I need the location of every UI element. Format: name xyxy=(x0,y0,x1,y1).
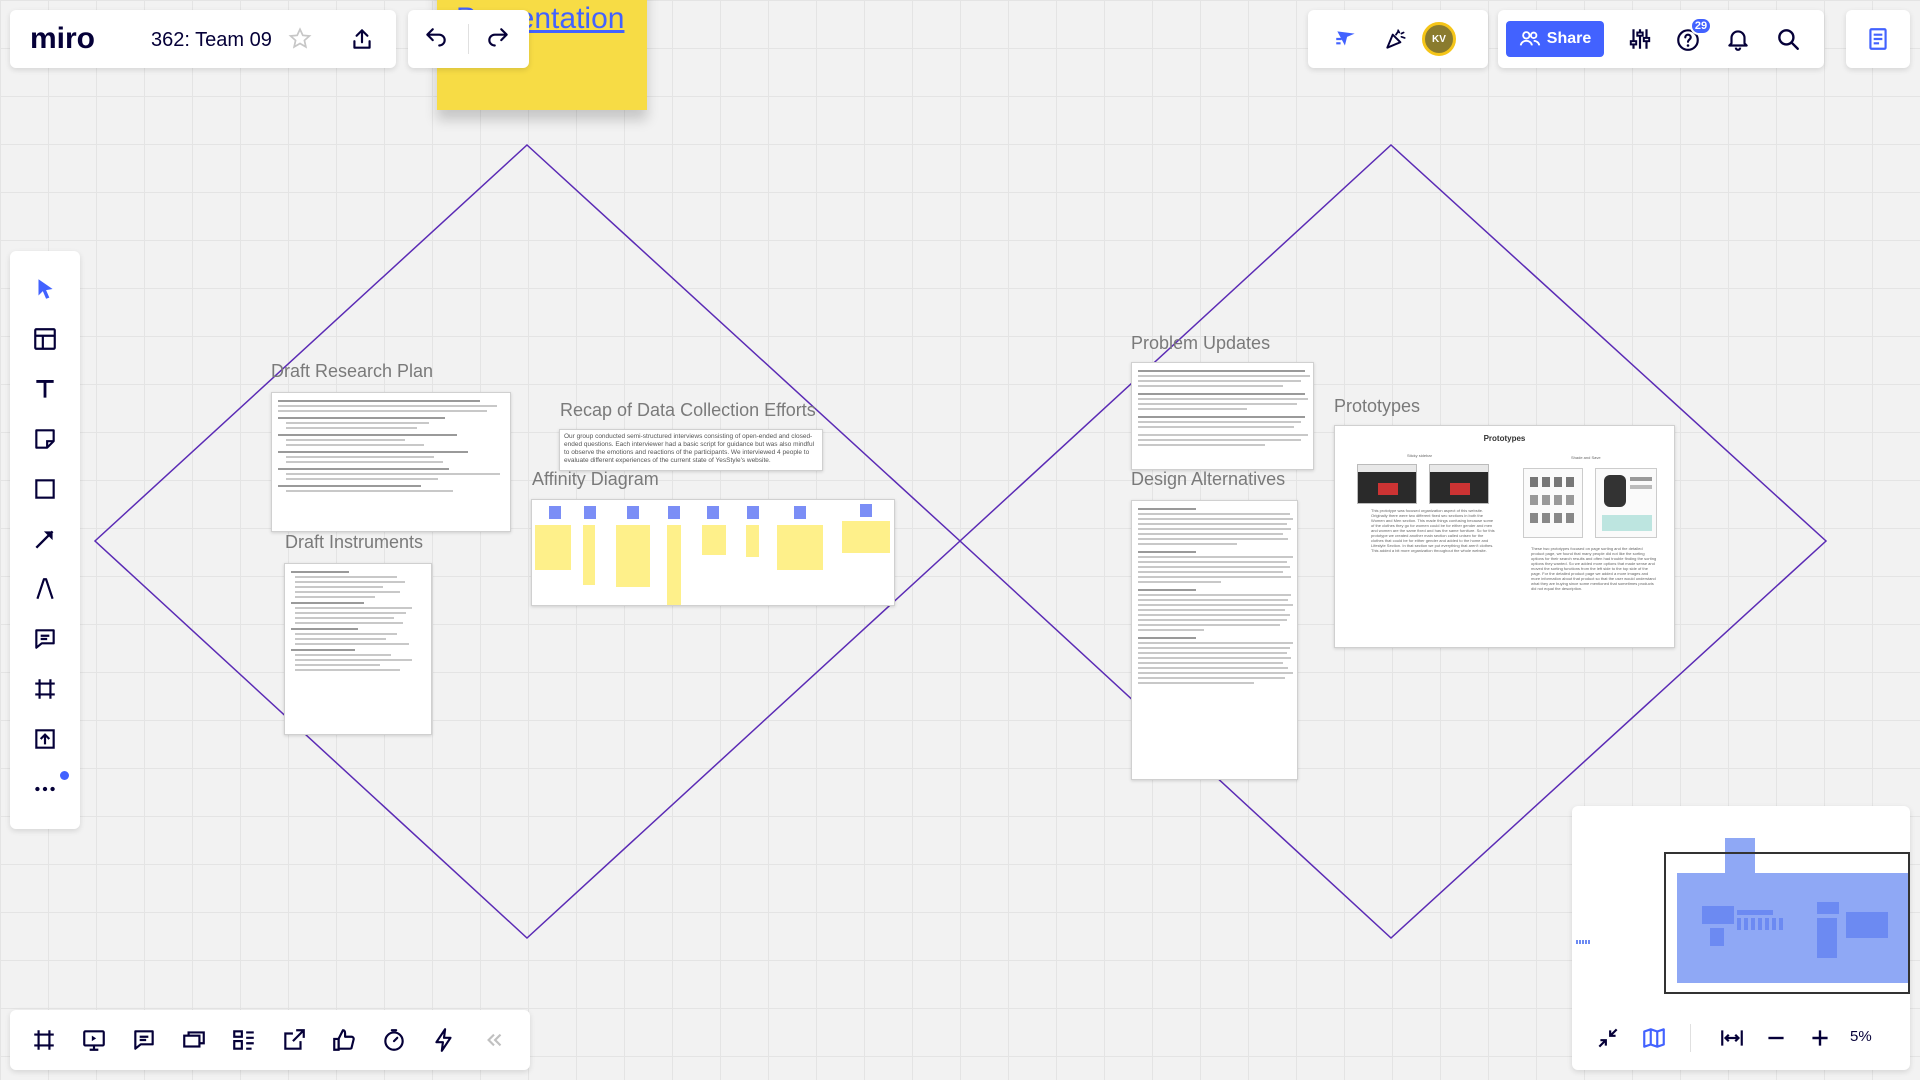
star-icon[interactable] xyxy=(280,19,320,59)
undo-redo-panel xyxy=(408,10,529,68)
prototype-thumb-1 xyxy=(1357,464,1417,504)
avatar-initials: KV xyxy=(1432,33,1446,45)
comment-icon[interactable] xyxy=(25,619,65,659)
frame-title-recap[interactable]: Recap of Data Collection Efforts xyxy=(560,400,816,421)
export-icon[interactable] xyxy=(274,1020,314,1060)
export-upload-icon[interactable] xyxy=(342,19,382,59)
minimap-divider xyxy=(1690,1024,1691,1052)
timer-icon[interactable] xyxy=(374,1020,414,1060)
cards-icon[interactable] xyxy=(174,1020,214,1060)
minimap-viewport[interactable] xyxy=(1664,852,1910,994)
collapse-icon[interactable] xyxy=(474,1020,514,1060)
board-header-panel: miro 362: Team 09 xyxy=(10,10,396,68)
draft-instruments-doc[interactable] xyxy=(284,563,432,735)
prototype-right-description: These two prototypes focused on page sor… xyxy=(1531,546,1657,591)
templates-icon[interactable] xyxy=(25,319,65,359)
zoom-level[interactable]: 5% xyxy=(1850,1028,1872,1045)
activity-icon[interactable] xyxy=(424,1020,464,1060)
problem-updates-doc[interactable] xyxy=(1131,362,1314,470)
connector-icon[interactable] xyxy=(25,519,65,559)
voting-icon[interactable] xyxy=(324,1020,364,1060)
minimize-icon[interactable] xyxy=(1588,1018,1628,1058)
notification-count-badge: 29 xyxy=(1690,17,1712,35)
sticky-note-icon[interactable] xyxy=(25,419,65,459)
presentation-icon[interactable] xyxy=(74,1020,114,1060)
frame-title-draft-instruments[interactable]: Draft Instruments xyxy=(285,532,423,553)
pen-icon[interactable] xyxy=(25,569,65,609)
proto-subtitle-right: Shade and Save xyxy=(1571,455,1601,460)
zoom-out-icon[interactable] xyxy=(1756,1018,1796,1058)
frame-title-problem-updates[interactable]: Problem Updates xyxy=(1131,333,1270,354)
comments-icon[interactable] xyxy=(124,1020,164,1060)
undo-icon[interactable] xyxy=(416,19,456,59)
notes-icon[interactable] xyxy=(1858,19,1898,59)
miro-logo[interactable]: miro xyxy=(30,22,95,56)
frame-title-draft-research-plan[interactable]: Draft Research Plan xyxy=(271,361,433,382)
minimap-small-marker xyxy=(1576,940,1590,944)
collaboration-panel: KV xyxy=(1308,10,1488,68)
prototype-left-description: This prototype was focused organization … xyxy=(1371,508,1495,553)
settings-sliders-icon[interactable] xyxy=(1620,19,1660,59)
search-icon[interactable] xyxy=(1768,19,1808,59)
undo-redo-divider xyxy=(468,24,469,54)
recap-text: Our group conducted semi-structured inte… xyxy=(564,433,815,464)
cursor-follow-icon[interactable] xyxy=(1326,19,1366,59)
prototypes-heading: Prototypes xyxy=(1483,434,1526,443)
prototypes-frame[interactable]: Prototypes Sticky sidebar Shade and Save… xyxy=(1334,425,1675,648)
upload-icon[interactable] xyxy=(25,719,65,759)
redo-icon[interactable] xyxy=(478,19,518,59)
frame-icon[interactable] xyxy=(25,669,65,709)
frame-title-design-alternatives[interactable]: Design Alternatives xyxy=(1131,469,1285,490)
notes-panel xyxy=(1846,10,1910,68)
minimap[interactable] xyxy=(1572,806,1910,1002)
text-icon[interactable] xyxy=(25,369,65,409)
map-icon[interactable] xyxy=(1634,1018,1674,1058)
shape-icon[interactable] xyxy=(25,469,65,509)
frame-title-affinity-diagram[interactable]: Affinity Diagram xyxy=(532,469,659,490)
users-icon xyxy=(1519,31,1540,46)
frames-icon[interactable] xyxy=(24,1020,64,1060)
cursor-icon[interactable] xyxy=(25,269,65,309)
kanban-icon[interactable] xyxy=(224,1020,264,1060)
bell-icon[interactable] xyxy=(1718,19,1758,59)
affinity-diagram-frame[interactable] xyxy=(531,499,895,606)
minimap-panel: 5% xyxy=(1572,806,1910,1070)
prototype-thumb-3 xyxy=(1523,468,1583,538)
left-toolbar xyxy=(10,251,80,829)
draft-research-plan-doc[interactable] xyxy=(271,392,511,532)
avatar[interactable]: KV xyxy=(1422,22,1456,56)
zoom-in-icon[interactable] xyxy=(1800,1018,1840,1058)
recap-text-card[interactable]: Our group conducted semi-structured inte… xyxy=(559,429,823,471)
share-label: Share xyxy=(1546,30,1592,47)
design-alternatives-doc[interactable] xyxy=(1131,500,1298,780)
board-title[interactable]: 362: Team 09 xyxy=(151,29,272,52)
prototype-thumb-2 xyxy=(1429,464,1489,504)
more-icon[interactable] xyxy=(25,769,65,809)
toolbar-right-panel: Share 29 xyxy=(1498,10,1824,68)
share-button[interactable]: Share xyxy=(1506,21,1604,57)
prototype-thumb-4 xyxy=(1595,468,1657,538)
help-icon[interactable]: 29 xyxy=(1668,17,1712,59)
celebrate-icon[interactable] xyxy=(1376,19,1416,59)
proto-subtitle-left: Sticky sidebar xyxy=(1407,453,1432,458)
bottom-collaboration-toolbar xyxy=(10,1010,530,1070)
fit-to-screen-icon[interactable] xyxy=(1712,1018,1752,1058)
frame-title-prototypes[interactable]: Prototypes xyxy=(1334,396,1420,417)
more-indicator-dot xyxy=(60,771,69,780)
